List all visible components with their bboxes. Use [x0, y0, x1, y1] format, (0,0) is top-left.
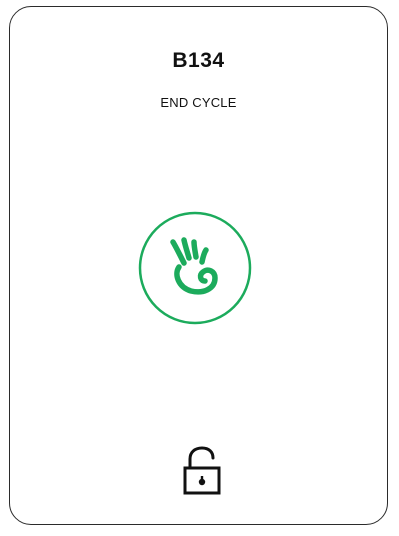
unlock-status — [182, 446, 222, 496]
hand-wave-button[interactable] — [138, 211, 252, 325]
locker-id: B134 — [172, 49, 225, 72]
unlocked-padlock-icon — [183, 446, 221, 495]
locker-card: B134 END CYCLE — [9, 6, 388, 525]
cycle-status: END CYCLE — [160, 95, 237, 110]
hand-wave-icon — [138, 211, 252, 325]
